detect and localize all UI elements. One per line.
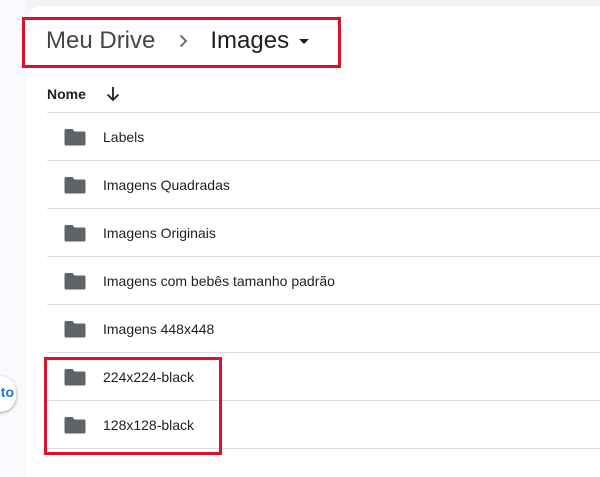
folder-icon [64, 176, 86, 194]
folder-row[interactable]: 128x128-black [47, 401, 600, 449]
folder-name: Imagens Originais [103, 224, 216, 241]
arrow-down-icon[interactable] [106, 86, 120, 102]
folder-icon [64, 368, 86, 386]
folder-name: Labels [103, 128, 145, 145]
folder-icon [64, 272, 86, 290]
folder-name: Imagens com bebês tamanho padrão [103, 272, 335, 289]
folder-row[interactable]: Imagens Quadradas [47, 161, 600, 209]
folder-name: 224x224-black [103, 368, 195, 385]
caret-down-icon [299, 38, 310, 44]
folder-row[interactable]: Imagens 448x448 [47, 305, 600, 353]
folder-icon [64, 224, 86, 242]
folder-row[interactable]: 224x224-black [47, 353, 600, 401]
column-header-name[interactable]: Nome [47, 84, 120, 104]
folder-name: Imagens Quadradas [103, 176, 230, 193]
folder-name: 128x128-black [103, 416, 195, 433]
breadcrumb-root-link[interactable]: Meu Drive [46, 27, 155, 55]
breadcrumb-current-label: Images [210, 27, 290, 54]
folder-row[interactable]: Imagens Originais [47, 209, 600, 257]
breadcrumb: Meu Drive Images [46, 24, 310, 58]
folder-icon [64, 320, 86, 338]
folder-icon [64, 128, 86, 146]
breadcrumb-current-folder-menu[interactable]: Images [210, 27, 310, 55]
folder-row[interactable]: Imagens com bebês tamanho padrão [47, 257, 600, 305]
new-button-text: to [0, 384, 14, 400]
folder-row[interactable]: Labels [47, 113, 600, 161]
folder-name: Imagens 448x448 [103, 320, 215, 337]
column-header-name-label: Nome [47, 86, 86, 102]
chevron-right-icon [179, 34, 188, 48]
folder-list: Labels Imagens Quadradas Imagens Origina… [47, 113, 600, 449]
folder-icon [64, 416, 86, 434]
